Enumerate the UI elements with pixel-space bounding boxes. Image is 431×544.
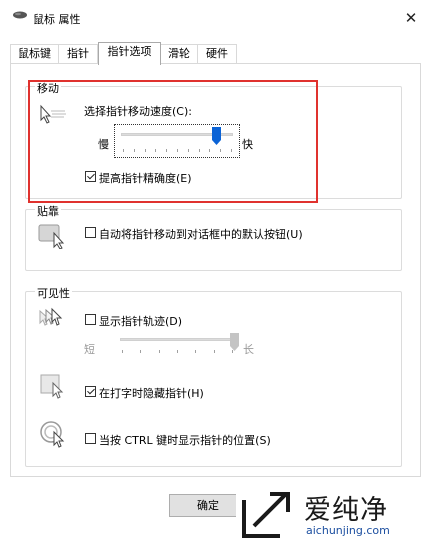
tab-pointers[interactable]: 指针 [58, 44, 98, 64]
trails-checkbox[interactable] [85, 314, 96, 325]
snap-label[interactable]: 自动将指针移动到对话框中的默认按钮(U) [99, 226, 303, 242]
watermark-logo [242, 492, 290, 538]
slider-tick [122, 350, 123, 353]
visibility-group-label: 可见性 [35, 285, 72, 301]
ctrl-location-label[interactable]: 当按 CTRL 键时显示指针的位置(S) [99, 432, 271, 448]
slider-tick [213, 350, 215, 353]
hide-typing-label[interactable]: 在打字时隐藏指针(H) [99, 385, 204, 401]
snap-group-label: 贴靠 [35, 203, 61, 219]
ctrl-location-checkbox[interactable] [85, 433, 96, 444]
snap-checkbox[interactable] [85, 227, 96, 238]
hide-typing-checkbox[interactable] [85, 386, 96, 397]
long-label: 长 [243, 343, 254, 356]
tab-pointer-options[interactable]: 指针选项 [98, 42, 161, 65]
trail-length-slider[interactable] [117, 333, 243, 357]
tab-mouse-buttons[interactable]: 鼠标键 [10, 44, 59, 64]
tab-hardware[interactable]: 硬件 [197, 44, 237, 64]
pointer-trails-icon [39, 307, 63, 326]
close-button[interactable]: ✕ [398, 6, 424, 30]
window-title: 鼠标 属性 [33, 13, 81, 26]
trail-slider-track [120, 338, 234, 341]
hide-pointer-icon [40, 374, 64, 399]
mouse-icon [13, 11, 27, 19]
snap-to-icon [38, 224, 65, 249]
trail-slider-thumb[interactable] [229, 333, 239, 351]
watermark-url: aichunjing.com [306, 524, 390, 537]
tab-wheel[interactable]: 滑轮 [160, 44, 198, 64]
show-location-icon [40, 421, 65, 448]
trails-label[interactable]: 显示指针轨迹(D) [99, 313, 182, 329]
title-bar: 鼠标 属性 ✕ [0, 0, 431, 34]
highlight-box [28, 80, 318, 203]
slider-tick [158, 350, 160, 353]
watermark: 爱纯净 aichunjing.com [236, 482, 431, 544]
slider-tick [177, 350, 178, 353]
slider-tick [195, 350, 197, 353]
close-icon: ✕ [404, 9, 418, 27]
short-label: 短 [84, 343, 95, 356]
watermark-title: 爱纯净 [304, 495, 388, 526]
slider-tick [140, 350, 142, 353]
